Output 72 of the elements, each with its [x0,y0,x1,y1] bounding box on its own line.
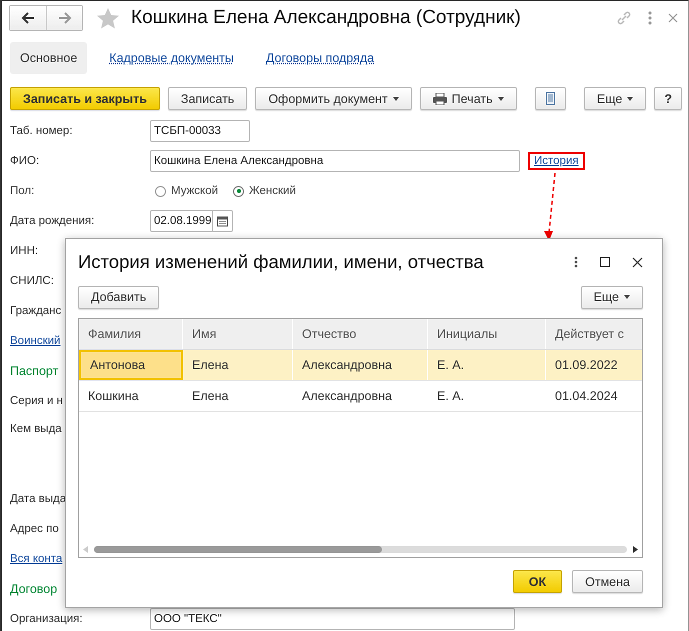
table-cell: 01.04.2024 [546,381,642,411]
caret-icon [627,96,634,100]
report-button[interactable] [534,87,566,110]
maximize-icon[interactable] [600,257,610,267]
field-label: Организация: [10,613,83,625]
back-arrow-icon [21,12,35,24]
column-header[interactable]: Фамилия [79,319,183,349]
dialog-title: История изменений фамилии, имени, отчества [78,251,485,273]
field-label: Серия и н [10,395,63,407]
back-button[interactable] [10,6,46,30]
cancel-button[interactable]: Отмена [572,570,643,593]
select-field[interactable]: ООО "ТЕКС" [150,608,515,630]
field-label: Пол: [10,185,34,197]
caret-icon [392,96,399,100]
table-cell: Александровна [293,350,428,380]
caret-icon [624,295,630,299]
scroll-right-icon[interactable] [633,546,638,552]
field-label: Дата рождения: [10,215,96,227]
save-button[interactable]: Записать [168,87,248,110]
input-field[interactable]: Кошкина Елена Александровна [150,150,520,172]
column-header[interactable]: Действует с [546,319,642,349]
help-button[interactable]: ? [654,87,682,110]
column-header[interactable]: Инициалы [428,319,546,349]
dropdown-button[interactable]: Оформить документ [255,87,412,110]
table-cell: Е. А. [428,350,546,380]
field-label: ИНН: [10,245,38,257]
column-header[interactable]: Имя [183,319,293,349]
table-cell: 01.09.2022 [546,350,642,380]
close-icon[interactable] [632,256,643,268]
tab[interactable]: Договоры подряда [256,42,384,74]
tab[interactable]: Основное [10,42,88,74]
star-icon[interactable] [97,8,119,28]
field-label: Гражданс [10,305,62,317]
more-icon[interactable] [574,256,578,268]
radio-label[interactable]: Мужской [171,185,218,197]
window-title: Кошкина Елена Александровна (Сотрудник) [131,7,522,29]
tab[interactable]: Кадровые документы [99,42,244,74]
more-button[interactable]: Еще [580,286,643,308]
printer-icon [432,92,447,104]
table-cell: Кошкина [79,381,183,411]
caret-icon [498,96,504,100]
field-label: Дата выда [10,493,66,505]
table-cell: Александровна [293,381,428,411]
radio-label[interactable]: Женский [249,185,296,197]
save-and-close-button[interactable]: Записать и закрыть [10,87,160,110]
section-link[interactable]: Вся конта [10,553,62,565]
section-heading: Договор [10,582,58,596]
section-heading: Паспорт [10,364,58,378]
table-cell: Елена [183,381,293,411]
field-label: Кем выда [10,423,62,435]
ok-button[interactable]: ОК [512,570,562,593]
history-link[interactable]: История [534,155,579,167]
date-field[interactable]: 02.08.1999 [150,210,233,232]
more-button[interactable]: Еще [584,87,646,110]
radio-button[interactable] [233,186,244,196]
section-link[interactable]: Воинский [10,335,60,347]
field-label: ФИО: [10,155,40,167]
field-label: СНИЛС: [10,275,54,287]
input-field[interactable]: ТСБП-00033 [150,120,250,142]
table-cell: Антонова [79,350,183,380]
print-button[interactable]: Печать [420,87,517,110]
radio-button[interactable] [155,186,166,196]
column-header[interactable]: Отчество [293,319,428,349]
add-button[interactable]: Добавить [78,286,160,308]
field-label: Таб. номер: [10,125,73,137]
table-cell: Е. А. [428,381,546,411]
table-row[interactable]: Антонова Елена Александровна Е. А. 01.09.2022 [79,350,642,381]
table-row[interactable]: Кошкина Елена Александровна Е. А. 01.04.2024 [79,381,642,412]
document-icon [546,92,555,105]
forward-arrow-icon [58,12,72,24]
table-cell: Елена [183,350,293,380]
field-label: Адрес по [10,523,59,535]
